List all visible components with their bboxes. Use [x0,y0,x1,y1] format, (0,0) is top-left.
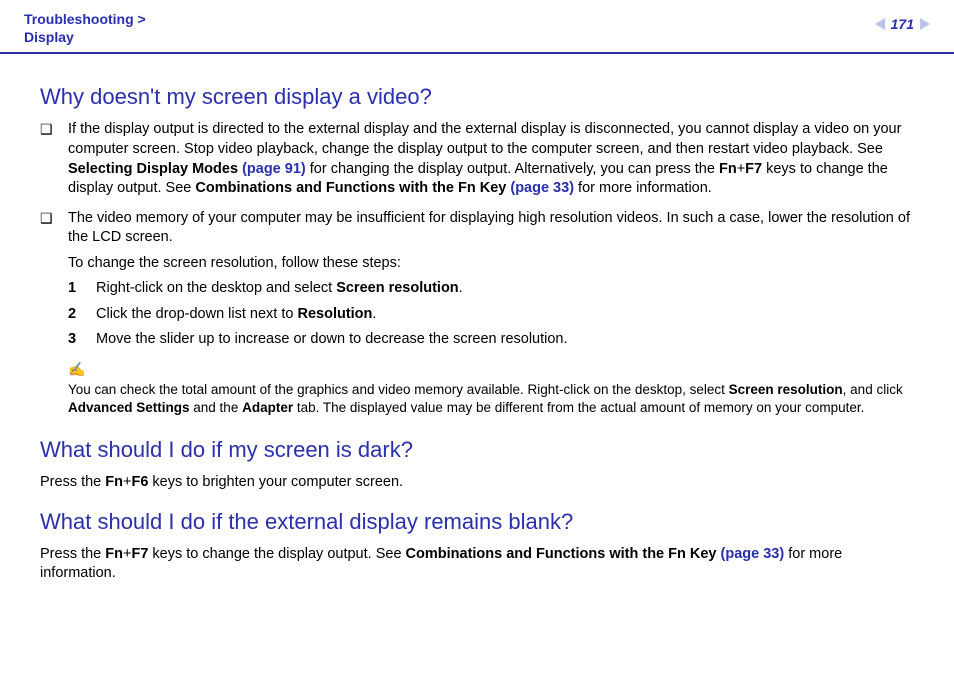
link-page-91[interactable]: (page 91) [242,161,306,177]
q2-body: Press the Fn+F6 keys to brighten your co… [40,473,914,493]
step-number: 1 [68,279,96,299]
list-item: ❑ The video memory of your computer may … [40,209,914,422]
page-content: Why doesn't my screen display a video? ❑… [0,54,954,614]
breadcrumb: Troubleshooting > Display [24,10,146,46]
text: . [459,280,463,296]
key-fn: Fn [105,474,123,490]
step-text: Right-click on the desktop and select Sc… [96,279,914,299]
text: Click the drop-down list next to [96,306,297,322]
step-number: 2 [68,305,96,325]
step-number: 3 [68,330,96,350]
link-page-33[interactable]: (page 33) [510,180,574,196]
link-page-33[interactable]: (page 33) [721,546,785,562]
next-page-icon[interactable] [920,18,930,30]
text: . [372,306,376,322]
breadcrumb-section[interactable]: Troubleshooting [24,11,134,27]
page-navigation: 171 [875,16,930,32]
breadcrumb-page[interactable]: Display [24,29,74,45]
ui-resolution: Resolution [297,306,372,322]
key-f7: F7 [131,546,148,562]
text: keys to brighten your computer screen. [148,474,403,490]
key-fn: Fn [105,546,123,562]
bullet-icon: ❑ [40,209,68,422]
heading-q3: What should I do if the external display… [40,509,914,535]
text: for changing the display output. Alterna… [306,161,719,177]
text: + [737,161,745,177]
text: Right-click on the desktop and select [96,280,336,296]
step-item: 3 Move the slider up to increase or down… [68,330,914,350]
text: To change the screen resolution, follow … [68,254,914,274]
ui-screen-resolution: Screen resolution [336,280,458,296]
step-item: 2 Click the drop-down list next to Resol… [68,305,914,325]
q3-body: Press the Fn+F7 keys to change the displ… [40,545,914,584]
list-item-content: If the display output is directed to the… [68,120,914,198]
step-text: Click the drop-down list next to Resolut… [96,305,914,325]
list-item-content: The video memory of your computer may be… [68,209,914,422]
q1-list: ❑ If the display output is directed to t… [40,120,914,421]
text: keys to change the display output. See [148,546,405,562]
breadcrumb-separator: > [138,11,146,27]
text: tab. The displayed value may be differen… [293,400,864,415]
text: Press the [40,474,105,490]
bullet-icon: ❑ [40,120,68,198]
page-header: Troubleshooting > Display 171 [0,0,954,54]
text: for more information. [574,180,712,196]
ref-fn-combinations: Combinations and Functions with the Fn K… [195,180,510,196]
key-f6: F6 [131,474,148,490]
text: You can check the total amount of the gr… [68,382,729,397]
list-item: ❑ If the display output is directed to t… [40,120,914,198]
text: If the display output is directed to the… [68,121,901,157]
heading-q1: Why doesn't my screen display a video? [40,84,914,110]
key-fn: Fn [719,161,737,177]
step-text: Move the slider up to increase or down t… [96,330,914,350]
note-text: You can check the total amount of the gr… [68,381,914,417]
note-icon: ✍ [68,360,914,379]
heading-q2: What should I do if my screen is dark? [40,437,914,463]
ref-fn-combinations: Combinations and Functions with the Fn K… [406,546,721,562]
ref-selecting-display-modes: Selecting Display Modes [68,161,242,177]
steps-list: 1 Right-click on the desktop and select … [68,279,914,350]
ui-adapter-tab: Adapter [242,400,293,415]
ui-advanced-settings: Advanced Settings [68,400,190,415]
text: and the [190,400,243,415]
page-number: 171 [891,16,914,32]
ui-screen-resolution: Screen resolution [729,382,843,397]
key-f7: F7 [745,161,762,177]
step-item: 1 Right-click on the desktop and select … [68,279,914,299]
prev-page-icon[interactable] [875,18,885,30]
text: Press the [40,546,105,562]
text: The video memory of your computer may be… [68,209,914,248]
text: , and click [843,382,903,397]
